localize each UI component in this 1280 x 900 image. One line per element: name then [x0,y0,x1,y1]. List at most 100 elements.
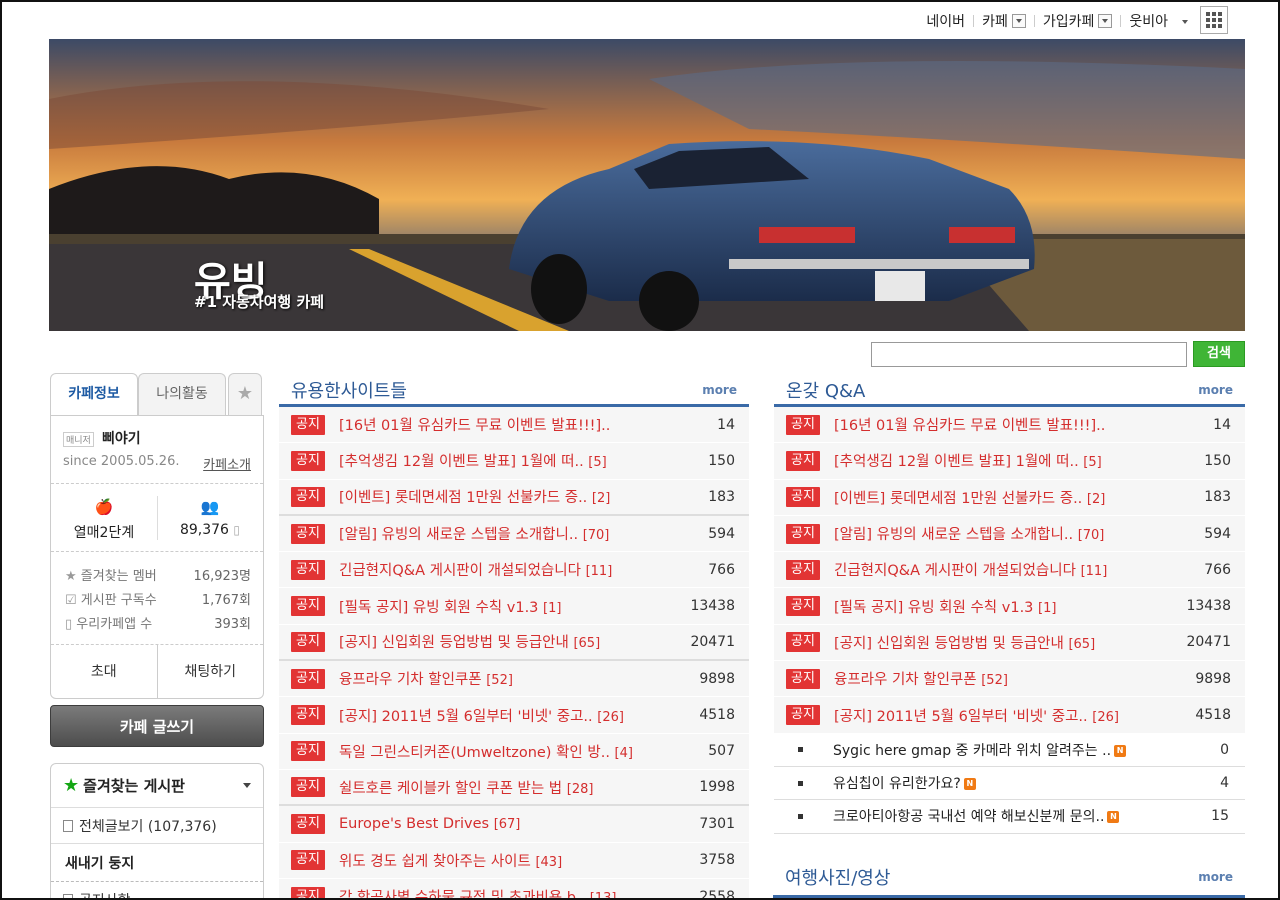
post-row[interactable]: 공지 위도 경도 쉽게 찾아주는 사이트 [43] 3758 [279,842,749,879]
dropdown-icon[interactable] [1011,14,1026,28]
post-row[interactable]: 공지 [필독 공지] 유빙 회원 수칙 v1.3 [1] 13438 [774,588,1245,625]
gnb-naver[interactable]: 네이버 [918,11,973,31]
post-row[interactable]: 공지 [알림] 유빙의 새로운 스텝을 소개합니.. [70] 594 [774,515,1245,553]
chat-button[interactable]: 채팅하기 [156,645,264,698]
post-title[interactable]: [필독 공지] 유빙 회원 수칙 v1.3 [1] [339,596,685,617]
post-title-text: Sygic here gmap 중 카메라 위치 알려주는 .. [833,742,1112,759]
post-title[interactable]: [16년 01월 유심카드 무료 이벤트 발표!!!].. [834,414,1181,435]
board-title[interactable]: 여행사진/영상 [785,864,890,890]
more-link[interactable]: more [1198,383,1233,397]
notice-badge: 공지 [291,450,325,471]
notice-badge: 공지 [786,523,820,544]
cafe-level[interactable]: 🍎 열매2단계 [51,484,157,551]
post-row[interactable]: 공지 [이벤트] 롯데면세점 1만원 선불카드 증.. [2] 183 [774,479,1245,516]
cafe-info-box: 매니저 삐야기 since 2005.05.26. 카페소개 🍎 열매2단계 👥… [50,415,264,699]
view-count: 9898 [1195,670,1231,687]
post-row[interactable]: 공지 융프라우 기차 할인쿠폰 [52] 9898 [774,661,1245,698]
write-post-button[interactable]: 카페 글쓰기 [50,705,264,747]
post-title[interactable]: Sygic here gmap 중 카메라 위치 알려주는 .. N [833,740,1205,760]
post-row[interactable]: 공지 긴급현지Q&A 게시판이 개설되었습니다 [11] 766 [279,552,749,589]
chevron-down-icon[interactable] [243,783,251,792]
post-title[interactable]: 각 항공사별 수하물 규정 및 초과비용 b.. [13] [339,886,685,898]
more-link[interactable]: more [1198,870,1233,884]
view-count: 507 [708,743,735,760]
dropdown-icon[interactable] [1098,14,1113,28]
gnb-user[interactable]: 웃비아 [1121,11,1196,31]
post-row[interactable]: 공지 긴급현지Q&A 게시판이 개설되었습니다 [11] 766 [774,552,1245,589]
notice-board-link[interactable]: 공지사항 [51,882,263,898]
board-qna: 온갖 Q&A more 공지 [16년 01월 유심카드 무료 이벤트 발표!!!… [774,373,1245,834]
post-row[interactable]: 공지 [추억생김 12월 이벤트 발표] 1월에 떠.. [5] 150 [774,443,1245,480]
post-title[interactable]: Europe's Best Drives [67] [339,816,685,832]
post-title[interactable]: [알림] 유빙의 새로운 스텝을 소개합니.. [70] [339,523,685,544]
post-title[interactable]: 융프라우 기차 할인쿠폰 [52] [339,668,685,689]
all-posts-link[interactable]: 전체글보기 (107,376) [51,808,263,844]
level-row: 🍎 열매2단계 👥 89,376 ▯ [51,483,263,551]
post-title[interactable]: [이벤트] 롯데면세점 1만원 선불카드 증.. [2] [834,487,1181,508]
board-title[interactable]: 온갖 Q&A [786,377,865,403]
post-row[interactable]: 공지 [필독 공지] 유빙 회원 수칙 v1.3 [1] 13438 [279,588,749,625]
tab-favorite[interactable]: ★ [228,373,262,415]
post-row[interactable]: 공지 [공지] 2011년 5월 6일부터 '비넷' 중고.. [26] 4518 [279,697,749,734]
stat-row: ★ 즐겨찾는 멤버 16,923명 [65,562,251,586]
post-row[interactable]: 공지 각 항공사별 수하물 규정 및 초과비용 b.. [13] 2558 [279,878,749,898]
post-row[interactable]: 크로아티아항공 국내선 예약 해보신분께 문의.. N 15 [774,800,1245,834]
post-title[interactable]: [이벤트] 롯데면세점 1만원 선불카드 증.. [2] [339,486,685,507]
cafe-banner[interactable]: 유빙 #1 자동차여행 카페 [49,39,1245,331]
tab-my-activity[interactable]: 나의활동 [138,373,226,415]
search-button[interactable]: 검색 [1193,341,1245,367]
post-row[interactable]: 공지 [공지] 2011년 5월 6일부터 '비넷' 중고.. [26] 4518 [774,697,1245,734]
member-count[interactable]: 👥 89,376 ▯ [157,484,263,551]
comment-count: [11] [585,564,613,580]
post-title[interactable]: [알림] 유빙의 새로운 스텝을 소개합니.. [70] [834,523,1181,544]
post-row[interactable]: 공지 [이벤트] 롯데면세점 1만원 선불카드 증.. [2] 183 [279,479,749,516]
post-title[interactable]: [추억생김 12월 이벤트 발표] 1월에 떠.. [5] [339,450,685,471]
board-useful-sites: 유용한사이트들 more 공지 [16년 01월 유심카드 무료 이벤트 발표!!… [279,373,749,898]
post-row[interactable]: 공지 [추억생김 12월 이벤트 발표] 1월에 떠.. [5] 150 [279,443,749,480]
gnb-cafe[interactable]: 카페 [974,11,1034,31]
post-title[interactable]: 긴급현지Q&A 게시판이 개설되었습니다 [11] [834,559,1181,580]
comment-count: [5] [1083,455,1102,471]
post-title[interactable]: 긴급현지Q&A 게시판이 개설되었습니다 [11] [339,559,685,580]
post-row[interactable]: 유심칩이 유리한가요? N 4 [774,766,1245,801]
apps-grid-icon[interactable] [1200,6,1228,34]
post-row[interactable]: 공지 [16년 01월 유심카드 무료 이벤트 발표!!!].. 14 [774,407,1245,444]
post-row[interactable]: Sygic here gmap 중 카메라 위치 알려주는 .. N 0 [774,733,1245,767]
post-row[interactable]: 공지 Europe's Best Drives [67] 7301 [279,806,749,843]
post-title[interactable]: [공지] 신입회원 등업방법 및 등급안내 [65] [834,632,1181,653]
gnb-joined-cafe[interactable]: 가입카페 [1035,11,1121,31]
post-title[interactable]: [공지] 2011년 5월 6일부터 '비넷' 중고.. [26] [834,705,1181,726]
post-title[interactable]: 독일 그린스티커존(Umweltzone) 확인 방.. [4] [339,741,685,762]
manager-name[interactable]: 삐야기 [102,431,141,447]
view-count: 594 [1204,525,1231,542]
post-title-text: [공지] 신입회원 등업방법 및 등급안내 [339,635,569,652]
post-title[interactable]: 위도 경도 쉽게 찾아주는 사이트 [43] [339,850,685,871]
post-row[interactable]: 공지 독일 그린스티커존(Umweltzone) 확인 방.. [4] 507 [279,733,749,770]
post-title[interactable]: [공지] 2011년 5월 6일부터 '비넷' 중고.. [26] [339,705,685,726]
post-title[interactable]: 크로아티아항공 국내선 예약 해보신분께 문의.. N [833,806,1205,826]
post-row[interactable]: 공지 [공지] 신입회원 등업방법 및 등급안내 [65] 20471 [279,624,749,662]
invite-button[interactable]: 초대 [51,645,157,698]
favorite-boards-header[interactable]: ★ 즐겨찾는 게시판 [51,764,263,808]
post-title[interactable]: [필독 공지] 유빙 회원 수칙 v1.3 [1] [834,596,1181,617]
post-row[interactable]: 공지 [16년 01월 유심카드 무료 이벤트 발표!!!].. 14 [279,407,749,444]
post-title[interactable]: 유심칩이 유리한가요? N [833,773,1205,793]
post-title[interactable]: [추억생김 12월 이벤트 발표] 1월에 떠.. [5] [834,450,1181,471]
search-input[interactable] [871,342,1187,367]
phone-icon: ▯ [65,616,77,632]
tab-cafe-info[interactable]: 카페정보 [50,373,138,415]
more-link[interactable]: more [702,383,737,397]
post-title[interactable]: [16년 01월 유심카드 무료 이벤트 발표!!!].. [339,414,685,435]
post-title[interactable]: [공지] 신입회원 등업방법 및 등급안내 [65] [339,631,685,652]
board-title[interactable]: 유용한사이트들 [291,377,407,403]
doc-icon [63,893,73,898]
view-count: 14 [1213,416,1231,433]
post-title-text: 쉴트호른 케이블카 할인 쿠폰 받는 법 [339,780,563,797]
post-row[interactable]: 공지 쉴트호른 케이블카 할인 쿠폰 받는 법 [28] 1998 [279,769,749,807]
post-title[interactable]: 융프라우 기차 할인쿠폰 [52] [834,668,1181,689]
cafe-intro-link[interactable]: 카페소개 [203,454,251,473]
post-row[interactable]: 공지 융프라우 기차 할인쿠폰 [52] 9898 [279,661,749,698]
post-row[interactable]: 공지 [공지] 신입회원 등업방법 및 등급안내 [65] 20471 [774,624,1245,662]
post-row[interactable]: 공지 [알림] 유빙의 새로운 스텝을 소개합니.. [70] 594 [279,515,749,553]
post-title[interactable]: 쉴트호른 케이블카 할인 쿠폰 받는 법 [28] [339,777,685,798]
